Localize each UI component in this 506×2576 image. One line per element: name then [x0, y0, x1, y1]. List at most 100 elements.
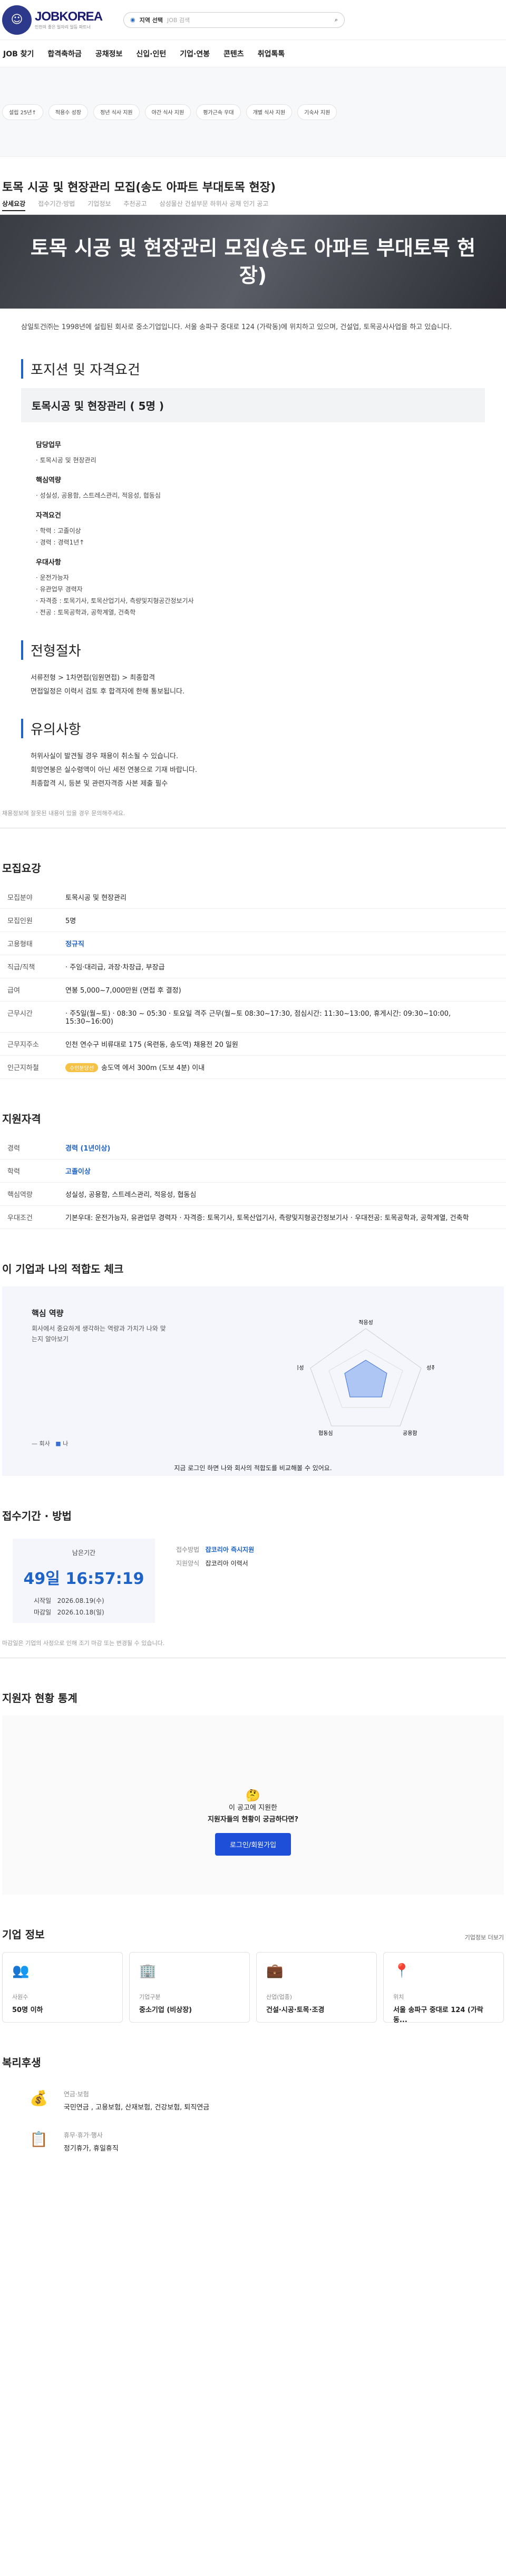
nav-item[interactable]: 취업톡톡 — [258, 48, 285, 59]
benefit-chip[interactable]: 기숙사 지원 — [297, 104, 337, 120]
company-card: 👥 사원수 50명 이하 — [2, 1952, 123, 2023]
benefit-chip[interactable]: 평가근속 우대 — [196, 104, 241, 120]
benefit-chip[interactable]: 야간 식사 지원 — [144, 104, 191, 120]
row-key: 핵심역량 — [0, 1182, 58, 1206]
table-row: 학력 고졸이상 — [0, 1159, 506, 1183]
company-heading: 기업 정보 — [2, 1928, 45, 1941]
stats-box: 🤔 이 공고에 지원한 지원자들의 현황이 궁금하다면? 로그인/회원가입 — [2, 1716, 504, 1895]
nav-item[interactable]: 합격축하금 — [47, 48, 81, 59]
card-label: 사원수 — [12, 1994, 28, 2000]
row-value: 5명 — [58, 908, 506, 932]
nav-item[interactable]: 콘텐츠 — [223, 48, 244, 59]
nav-item[interactable]: 기업·연봉 — [180, 48, 210, 59]
row-key: 우대조건 — [0, 1205, 58, 1229]
radar-label: 적응성 — [297, 1365, 304, 1371]
stats-heading: 지원자 현황 통계 — [2, 1692, 77, 1705]
table-row: 우대조건 기본우대: 운전가능자, 유관업무 경력자 · 자격증: 토목기사, 토… — [0, 1205, 506, 1229]
row-key: 모집분야 — [0, 886, 58, 909]
report-note[interactable]: 채용정보에 잘못된 내용이 있을 경우 문의해주세요. — [0, 798, 506, 828]
welfare-value: 국민연금 , 고용보험, 산재보험, 건강보험, 퇴직연금 — [63, 2104, 210, 2112]
row-key: 모집인원 — [0, 908, 58, 932]
benefit-chips: 설립 25년↑ 적용수 성장 정년 식사 지원 야간 식사 지원 평가근속 우대 개별 식… — [0, 67, 506, 157]
tab[interactable]: 접수기간·방법 — [38, 199, 75, 211]
card-icon: 💼 — [266, 1963, 284, 1979]
deadline-note: 마감일은 기업의 사정으로 인해 조기 마감 또는 변경될 수 있습니다. — [0, 1628, 506, 1658]
location-select[interactable]: 지역 선택 — [140, 16, 163, 24]
nav-item[interactable]: JOB 찾기 — [3, 48, 34, 59]
benefit-chip[interactable]: 설립 25년↑ — [2, 104, 43, 120]
requirement-block: 핵심역량 · 성실성, 공용함, 스트레스관리, 적응성, 협동심 — [21, 470, 485, 506]
row-key: 인근지하철 — [0, 1055, 58, 1079]
card-value: 중소기업 (비상장) — [139, 2006, 192, 2014]
apply-link[interactable]: 잡코리아 즉시지원 — [206, 1546, 255, 1553]
search-input[interactable]: JOB 검색 — [167, 16, 330, 24]
table-row: 근무시간 · 주5일(월~토) · 08:30 ~ 05:30 · 토요일 격주 … — [0, 1001, 506, 1033]
process-line: 서류전형 > 1차면접(임원면접) > 최종합격 — [31, 674, 155, 682]
radar-label: 성취지향성 — [426, 1365, 434, 1371]
block-line: · 전공 : 토목공학과, 공학계열, 건축학 — [36, 609, 136, 616]
tab[interactable]: 추천공고 — [123, 199, 147, 211]
company-more-link[interactable]: 기업정보 더보기 — [465, 1933, 504, 1941]
radar-label: 적응성 — [358, 1320, 373, 1326]
value-text: 5명 — [65, 917, 76, 925]
row-key: 근무시간 — [0, 1001, 58, 1033]
benefit-chip[interactable]: 적용수 성장 — [48, 104, 89, 120]
notice-section: 유의사항 허위사실이 발견될 경우 채용이 취소될 수 있습니다. 회망연봉은 실… — [0, 706, 506, 798]
summary-table: 모집분야 토목시공 및 현장관리 모집인원 5명 고용형태 정규직 직급/직책 · 주임·대리… — [0, 886, 506, 1079]
block-line: · 토목시공 및 현장관리 — [36, 457, 96, 464]
welfare-icon: 📋 — [30, 2131, 48, 2148]
card-label: 산업(업종) — [266, 1994, 293, 2000]
card-value: 서울 송파구 중대로 124 (가락동... — [393, 2006, 483, 2024]
logo[interactable]: ☺ JOBKOREA 인천의 좋은 일자리 일등 파트너 — [2, 5, 103, 35]
tab[interactable]: 삼성물산 건설부문 하위사 공채 인기 공고 — [160, 199, 269, 211]
card-value: 건설·시공·토목·조경 — [266, 2006, 325, 2014]
deadline-section: 남은기간 49일 16:57:19 시작일 2026.08.19(수) 마감일 2… — [0, 1533, 506, 1628]
value-text: 기본우대: 운전가능자, 유관업무 경력자 · 자격증: 토목기사, 토목산업기… — [65, 1214, 469, 1222]
requirement-block: 담당업무 · 토목시공 및 현장관리 — [21, 435, 485, 470]
table-row: 고용형태 정규직 — [0, 932, 506, 955]
welfare-list: 💰 연금·보험 국민연금 , 고용보험, 산재보험, 건강보험, 퇴직연금 📋 휴무·휴… — [0, 2080, 506, 2162]
start-date: 2026.08.19(수) — [57, 1597, 104, 1604]
apply-method: 접수방법 잡코리아 즉시지원 지원양식 잡코리아 이력서 — [166, 1533, 265, 1628]
value-text: 송도역 에서 300m (도보 4분) 이내 — [101, 1064, 205, 1072]
method-label: 접수방법 — [176, 1546, 200, 1553]
requirement-block: 우대사항 · 운전가능자 · 유관업무 경력자 · 자격증 : 토목기사, 토목산업기… — [21, 552, 485, 622]
login-button[interactable]: 로그인/회원가입 — [215, 1833, 291, 1856]
login-prompt[interactable]: 지금 로그인 하면 나와 회사의 적합도를 비교해볼 수 있어요. — [2, 1463, 504, 1472]
logo-text: JOBKOREA — [35, 9, 103, 24]
end-date: 2026.10.18(일) — [57, 1609, 104, 1616]
company-cards: 👥 사원수 50명 이하 🏢 기업구분 중소기업 (비상장) 💼 산업(업종) 건설·시공·토목… — [0, 1952, 506, 2024]
welfare-title: 연금·보험 — [63, 2090, 89, 2098]
row-key: 직급/직책 — [0, 955, 58, 978]
benefit-chip[interactable]: 정년 식사 지원 — [93, 104, 140, 120]
value-text: 경력 (1년이상) — [65, 1145, 111, 1153]
company-intro: 삼일토건㈜는 1998년에 설립된 회사로 중소기업입니다. 서울 송파구 중대… — [21, 323, 452, 331]
radar-label: 공용함 — [403, 1430, 417, 1436]
benefit-chip[interactable]: 개별 식사 지원 — [246, 104, 293, 120]
row-key: 근무지주소 — [0, 1032, 58, 1056]
form-value: 잡코리아 이력서 — [205, 1560, 248, 1567]
block-line: · 경력 : 경력1년↑ — [36, 539, 85, 546]
search-icon[interactable]: ⌕ — [335, 16, 338, 24]
logo-mascot-icon: ☺ — [2, 5, 32, 35]
tab[interactable]: 기업정보 — [87, 199, 111, 211]
table-row: 핵심역량 성실성, 공용함, 스트레스관리, 적응성, 협동심 — [0, 1182, 506, 1206]
detail-tabs: 상세요강 접수기간·방법 기업정보 추천공고 삼성물산 건설부문 하위사 공채 인기 공… — [0, 199, 506, 215]
search-bar[interactable]: ◉ 지역 선택 JOB 검색 ⌕ — [123, 12, 345, 28]
row-key: 경력 — [0, 1136, 58, 1160]
welfare-text: 휴무·휴가·행사 정기휴가, 휴일휴직 — [64, 2131, 119, 2153]
welfare-item: 📋 휴무·휴가·행사 정기휴가, 휴일휴직 — [0, 2121, 506, 2162]
welfare-title: 휴무·휴가·행사 — [63, 2132, 103, 2139]
stats-question: 이 공고에 지원한 — [229, 1804, 277, 1812]
nav-item[interactable]: 공채정보 — [95, 48, 123, 59]
nav-item[interactable]: 신입·인턴 — [136, 48, 166, 59]
tab[interactable]: 상세요강 — [2, 199, 26, 211]
table-row: 근무지주소 인천 연수구 비류대로 175 (옥련동, 송도역) 채용전 20 일… — [0, 1032, 506, 1056]
fit-desc: 회사에서 중요하게 생각하는 역량과 가치가 나와 맞는지 알아보기 — [32, 1325, 166, 1343]
subway-line-badge: 수인분당선 — [65, 1063, 98, 1072]
notice-line: 허위사실이 발견될 경우 채용이 취소될 수 있습니다. — [31, 752, 179, 760]
qual-table: 경력 경력 (1년이상) 학력 고졸이상 핵심역량 성실성, 공용함, 스트레스관리, 적… — [0, 1136, 506, 1229]
block-line: · 유관업무 경력자 — [36, 586, 83, 593]
block-title: 자격요건 — [36, 512, 61, 520]
position-title: 토목시공 및 현장관리 ( 5명 ) — [21, 388, 485, 422]
